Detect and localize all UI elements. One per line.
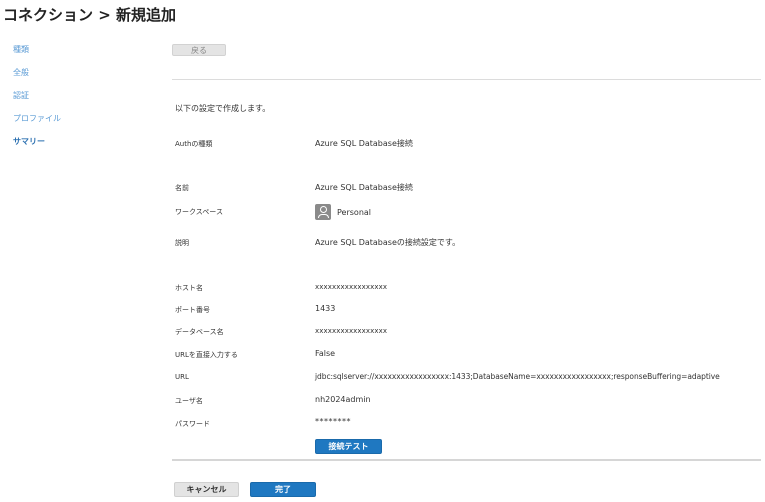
connection-test-button[interactable]: 接続テスト xyxy=(315,439,382,454)
password-value: ******** xyxy=(315,417,351,426)
workspace-label: ワークスペース xyxy=(175,208,223,216)
description-label: 説明 xyxy=(175,239,189,247)
sidebar-item-general[interactable]: 全般 xyxy=(13,67,143,78)
bottom-divider xyxy=(172,459,761,461)
username-label: ユーザ名 xyxy=(175,397,203,405)
sidebar-item-type[interactable]: 種類 xyxy=(13,44,143,55)
port-value: 1433 xyxy=(315,304,336,313)
finish-button[interactable]: 完了 xyxy=(250,482,316,497)
sidebar-item-summary[interactable]: サマリー xyxy=(13,136,143,147)
auth-type-value: Azure SQL Database接続 xyxy=(315,139,413,148)
cancel-button[interactable]: キャンセル xyxy=(174,482,239,497)
workspace-value: Personal xyxy=(315,204,371,220)
username-value: nh2024admin xyxy=(315,395,371,404)
database-label: データベース名 xyxy=(175,328,224,336)
name-value: Azure SQL Database接続 xyxy=(315,183,413,192)
user-icon xyxy=(315,204,331,220)
summary-intro: 以下の設定で作成します。 xyxy=(175,104,271,113)
url-direct-label: URLを直接入力する xyxy=(175,351,238,359)
port-label: ポート番号 xyxy=(175,306,210,314)
auth-type-label: Authの種類 xyxy=(175,140,213,148)
url-value: jdbc:sqlserver://xxxxxxxxxxxxxxxxx:1433;… xyxy=(315,372,720,381)
url-direct-value: False xyxy=(315,349,336,358)
host-value: xxxxxxxxxxxxxxxxx xyxy=(315,283,388,291)
description-value: Azure SQL Databaseの接続設定です。 xyxy=(315,238,461,247)
sidebar-item-auth[interactable]: 認証 xyxy=(13,90,143,101)
password-label: パスワード xyxy=(175,420,210,428)
wizard-steps-sidebar: 種類 全般 認証 プロファイル サマリー xyxy=(13,44,143,159)
workspace-name: Personal xyxy=(337,207,372,217)
host-label: ホスト名 xyxy=(175,284,203,292)
database-value: xxxxxxxxxxxxxxxxx xyxy=(315,327,388,335)
page-title: コネクション > 新規追加 xyxy=(3,6,177,24)
name-label: 名前 xyxy=(175,184,189,192)
top-divider xyxy=(172,79,761,80)
back-button[interactable]: 戻る xyxy=(172,44,226,56)
sidebar-item-profile[interactable]: プロファイル xyxy=(13,113,143,124)
url-label: URL xyxy=(175,373,189,381)
